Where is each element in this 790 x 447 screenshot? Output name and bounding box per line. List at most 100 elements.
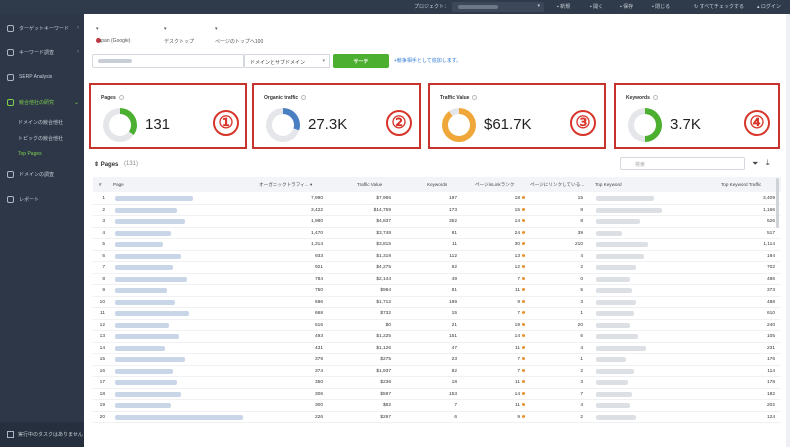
pages-count: (131) xyxy=(124,161,139,167)
annotation-badge-4: ④ xyxy=(744,110,770,136)
open-button[interactable]: ▪ 開く xyxy=(590,3,603,10)
sidebar-item-reports[interactable]: レポート xyxy=(0,189,84,209)
page-url-redacted[interactable] xyxy=(115,322,169,328)
page-url-redacted[interactable] xyxy=(115,219,185,224)
col-keywords[interactable]: Keywords xyxy=(427,182,447,187)
linking-pages-cell: 2 xyxy=(580,265,583,270)
table-row[interactable]: 6 933 $1,319 112 13 4 194 xyxy=(93,251,781,262)
table-row[interactable]: 7 921 $4,275 62 12 2 702 xyxy=(93,262,781,274)
table-row[interactable]: 3 1,980 $4,837 352 14 8 526 xyxy=(93,216,781,228)
keywords-cell: 81 xyxy=(451,288,457,293)
locale-select[interactable]: Japan (Google) ▾ xyxy=(96,26,130,44)
traffic-value-cell: $0 xyxy=(385,322,391,328)
page-url-redacted[interactable] xyxy=(115,230,171,236)
page-url-redacted[interactable] xyxy=(115,357,185,362)
inlink-rank-cell: 14 xyxy=(485,334,525,339)
page-url-redacted[interactable] xyxy=(115,414,243,420)
scope-select[interactable]: ページのトップへ100 ▾ xyxy=(215,26,263,45)
sidebar-item-domain-research[interactable]: ドメインの調査 xyxy=(0,164,84,184)
check-all-button[interactable]: ↻ すべてチェックする xyxy=(694,3,744,10)
page-url-redacted[interactable] xyxy=(115,265,173,270)
page-url-redacted[interactable] xyxy=(115,253,181,259)
help-icon[interactable] xyxy=(118,95,124,101)
traffic-value-cell: $62 xyxy=(382,403,391,408)
inlink-rank-value: 9 xyxy=(517,414,520,420)
organic-traffic-cell: 1,470 xyxy=(310,230,323,236)
col-top-keyword[interactable]: Top Keyword xyxy=(595,182,622,187)
sidebar-item-serp-analysis[interactable]: SERP Analysis xyxy=(0,67,84,87)
organic-traffic-cell: 306 xyxy=(314,391,323,397)
table-row[interactable]: 5 1,314 $3,815 11 30 210 1,114 xyxy=(93,239,781,251)
help-icon[interactable] xyxy=(652,95,658,101)
organic-traffic-cell: 1,980 xyxy=(310,219,323,224)
help-icon[interactable] xyxy=(472,95,478,101)
table-row[interactable]: 10 696 $1,712 189 9 3 488 xyxy=(93,297,781,308)
add-competitor-link[interactable]: +競争相手として追加します。 xyxy=(394,57,461,64)
page-url-redacted[interactable] xyxy=(115,368,173,374)
row-index: 4 xyxy=(102,230,105,236)
page-url-redacted[interactable] xyxy=(115,207,177,213)
table-row[interactable]: 4 1,470 $3,748 81 24 39 517 xyxy=(93,228,781,239)
sidebar-sub-top-pages[interactable]: Top Pages xyxy=(18,151,42,157)
table-row[interactable]: 9 750 $984 81 11 5 373 xyxy=(93,285,781,297)
sidebar-item-target-keywords[interactable]: ターゲットキーワード › xyxy=(0,18,84,38)
search-button[interactable]: サーチ xyxy=(333,54,389,68)
download-icon[interactable]: ⤓ xyxy=(766,158,770,168)
table-row[interactable]: 11 668 $732 15 7 1 610 xyxy=(93,308,781,320)
table-search-input[interactable]: 検索 xyxy=(620,157,745,170)
row-index: 5 xyxy=(102,242,105,247)
help-icon[interactable] xyxy=(301,95,307,101)
page-url-redacted[interactable] xyxy=(115,391,181,397)
scrollbar[interactable] xyxy=(776,178,779,228)
page-url-redacted[interactable] xyxy=(115,276,187,282)
sidebar-item-keyword-research[interactable]: キーワード調査 › xyxy=(0,42,84,62)
page-url-redacted[interactable] xyxy=(115,196,193,201)
sidebar-sub-domain-competitors[interactable]: ドメインの競合他社 xyxy=(18,119,63,126)
sidebar-item-competitor-research[interactable]: 競合他社の研究 ⌄ xyxy=(0,92,84,112)
close-button[interactable]: ▪ 閉じる xyxy=(652,3,670,10)
page-url-redacted[interactable] xyxy=(115,345,165,351)
page-url-redacted[interactable] xyxy=(115,311,189,316)
traffic-value-card: Traffic Value $61.7K ③ xyxy=(428,83,606,149)
new-button[interactable]: ▪ 新規 xyxy=(557,3,570,10)
table-row[interactable]: 2 3,422 $14,759 173 15 8 1,166 xyxy=(93,205,781,216)
row-index: 14 xyxy=(99,345,105,351)
col-linking-pages[interactable]: ページにリンクしている... xyxy=(530,182,584,188)
login-button[interactable]: ▴ ログイン xyxy=(757,3,781,10)
domain-input[interactable] xyxy=(92,54,244,68)
col-page[interactable]: Page xyxy=(113,182,124,187)
annotation-badge-1: ① xyxy=(213,110,239,136)
page-url-redacted[interactable] xyxy=(115,334,179,339)
table-row[interactable]: 18 306 $597 153 14 7 182 xyxy=(93,389,781,400)
table-row[interactable]: 8 784 $2,144 49 7 0 486 xyxy=(93,274,781,285)
table-row[interactable]: 13 493 $1,225 151 14 6 105 xyxy=(93,331,781,343)
table-row[interactable]: 19 300 $62 7 11 4 202 xyxy=(93,400,781,412)
table-row[interactable]: 12 516 $0 21 19 20 240 xyxy=(93,320,781,331)
save-button[interactable]: ▪ 保存 xyxy=(620,3,633,10)
table-row[interactable]: 20 226 $297 6 9 2 124 xyxy=(93,412,781,423)
col-top-keyword-traffic[interactable]: Top Keyword Traffic xyxy=(721,182,761,187)
domain-mode-select[interactable]: ドメインとサブドメイン ▾ xyxy=(244,54,330,68)
device-select[interactable]: デスクトップ ▾ xyxy=(164,26,194,45)
keywords-cell: 7 xyxy=(454,403,457,408)
row-index: 7 xyxy=(102,265,105,270)
project-select[interactable]: ▾ xyxy=(452,2,544,12)
table-row[interactable]: 1 7,990 $7,965 187 18 15 3,409 xyxy=(93,193,781,205)
table-row[interactable]: 16 374 $1,937 82 7 2 114 xyxy=(93,366,781,377)
page-url-redacted[interactable] xyxy=(115,288,167,293)
row-index: 13 xyxy=(99,334,105,339)
page-url-redacted[interactable] xyxy=(115,299,175,305)
col-organic-traffic[interactable]: オーガニックトラフィ... ▾ xyxy=(259,182,312,188)
col-index[interactable]: # xyxy=(99,182,102,187)
top-keyword-redacted xyxy=(596,219,640,224)
sidebar-sub-topic-competitors[interactable]: トピックの競合他社 xyxy=(18,135,63,142)
page-url-redacted[interactable] xyxy=(115,380,177,385)
page-url-redacted[interactable] xyxy=(115,403,171,408)
filter-icon[interactable]: ⏷ xyxy=(752,159,758,169)
col-inlink-rank[interactable]: ページinLinkランク xyxy=(475,182,514,188)
table-row[interactable]: 14 431 $1,126 47 11 4 231 xyxy=(93,343,781,354)
col-traffic-value[interactable]: Traffic Value xyxy=(357,182,382,187)
table-row[interactable]: 15 379 $275 23 7 1 176 xyxy=(93,354,781,366)
page-url-redacted[interactable] xyxy=(115,242,163,247)
table-row[interactable]: 17 350 $236 18 11 3 178 xyxy=(93,377,781,389)
